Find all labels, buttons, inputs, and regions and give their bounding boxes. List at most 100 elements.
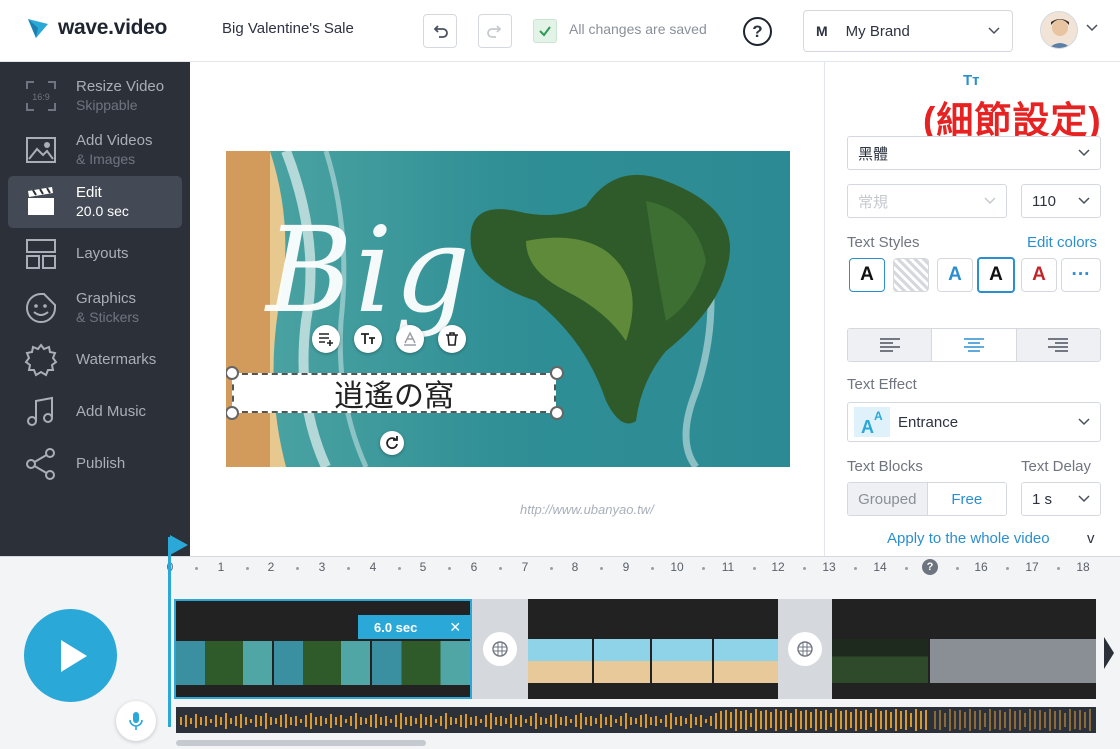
brand-selector[interactable]: M My Brand — [803, 10, 1013, 52]
text-blocks-label: Text Blocks — [847, 458, 923, 475]
tick-dot — [1057, 567, 1060, 570]
sidebar-label: Publish — [76, 455, 126, 472]
timeline-clip[interactable] — [832, 599, 1096, 699]
app-name: wave.video — [58, 16, 168, 39]
transition-slot — [472, 599, 528, 699]
add-text-icon — [319, 333, 333, 346]
brand-name: My Brand — [845, 22, 910, 40]
text-style-option[interactable]: A — [1021, 258, 1057, 292]
text-styles-label: Text Styles — [847, 234, 920, 251]
resize-icon: 16:9 — [24, 79, 58, 113]
chevron-down-icon — [1078, 197, 1090, 205]
headline-text[interactable]: Big — [266, 201, 472, 339]
align-left-button[interactable] — [848, 329, 933, 361]
timeline-marker[interactable]: ? — [922, 559, 938, 575]
layout-icon — [24, 237, 58, 271]
sidebar-item-resize-video[interactable]: 16:9 Resize Video Skippable — [8, 70, 182, 122]
timeline-clip[interactable] — [528, 599, 778, 699]
tick-label: 1 — [217, 560, 225, 574]
horizontal-scrollbar[interactable] — [176, 740, 426, 746]
account-chevron-icon[interactable] — [1086, 24, 1098, 32]
chevron-down-icon — [1078, 418, 1090, 426]
saved-check-icon — [533, 19, 557, 43]
more-styles-button[interactable]: ··· — [1061, 258, 1101, 292]
free-option[interactable]: Free — [927, 483, 1006, 515]
apply-to-whole-video-link[interactable]: Apply to the whole video — [887, 530, 1050, 547]
sidebar-label: Edit 20.0 sec — [76, 184, 129, 219]
align-right-button[interactable] — [1016, 329, 1100, 361]
time-ruler[interactable]: 0 1 2 3 4 5 6 7 8 9 10 11 12 13 14 16 17… — [167, 557, 1120, 579]
tick-label: 18 — [1076, 560, 1090, 574]
record-voice-button[interactable] — [116, 701, 156, 741]
clip-duration-tag[interactable]: 6.0 sec ✕ — [358, 615, 470, 639]
tick-dot — [448, 567, 451, 570]
sidebar-label: Layouts — [76, 245, 129, 262]
project-title[interactable]: Big Valentine's Sale — [222, 20, 354, 37]
sidebar-item-graphics[interactable]: Graphics & Stickers — [8, 282, 182, 334]
share-icon — [24, 447, 58, 481]
resize-handle[interactable] — [550, 366, 564, 380]
align-center-button[interactable] — [932, 329, 1017, 361]
tick-label: 9 — [622, 560, 630, 574]
edit-colors-link[interactable]: Edit colors — [1027, 234, 1097, 251]
font-weight-select[interactable]: 常規 — [847, 184, 1007, 218]
text-color-button[interactable] — [396, 325, 424, 353]
text-style-option[interactable]: A — [849, 258, 885, 292]
collapse-chevron-icon[interactable]: v — [1087, 530, 1095, 547]
rotate-handle[interactable] — [380, 431, 404, 455]
align-left-icon — [879, 338, 900, 352]
redo-button[interactable] — [478, 14, 512, 48]
rotate-icon — [386, 436, 398, 449]
add-text-button[interactable] — [312, 325, 340, 353]
scroll-right-arrow[interactable] — [1104, 637, 1114, 669]
sidebar-item-watermarks[interactable]: Watermarks — [8, 334, 182, 386]
font-family-select[interactable]: 黑體 — [847, 136, 1101, 170]
chevron-down-icon — [1078, 495, 1090, 503]
playhead[interactable] — [168, 537, 171, 727]
clip-thumbnail — [652, 639, 712, 683]
font-size-select[interactable]: 110 — [1021, 184, 1101, 218]
tick-dot — [854, 567, 857, 570]
text-delay-select[interactable]: 1 s — [1021, 482, 1101, 516]
play-button[interactable] — [24, 609, 117, 702]
selected-text-box[interactable]: 逍遙の窩 — [232, 373, 556, 414]
text-style-option-selected[interactable]: A — [977, 257, 1015, 293]
close-icon[interactable]: ✕ — [449, 619, 461, 636]
grouped-option[interactable]: Grouped — [848, 483, 928, 515]
canvas-area: Big 逍遙の窩 http://www.ubanyao.tw/ — [190, 62, 824, 556]
audio-waveform[interactable] — [176, 707, 1096, 733]
sidebar-item-layouts[interactable]: Layouts — [8, 228, 182, 280]
text-style-option[interactable] — [893, 258, 929, 292]
tick-label: 8 — [571, 560, 579, 574]
sidebar-item-edit[interactable]: Edit 20.0 sec — [8, 176, 182, 228]
delete-text-button[interactable] — [438, 325, 466, 353]
undo-button[interactable] — [423, 14, 457, 48]
wave-logo-icon — [28, 19, 48, 38]
tick-dot — [1006, 567, 1009, 570]
tick-label: 6 — [470, 560, 478, 574]
watermark-icon — [24, 343, 58, 377]
transition-button[interactable] — [483, 632, 517, 666]
help-button[interactable]: ? — [743, 17, 772, 46]
tick-label: 14 — [873, 560, 887, 574]
sidebar-item-publish[interactable]: Publish — [8, 438, 182, 490]
effect-icon: A A — [854, 407, 890, 437]
text-effect-label: Text Effect — [847, 376, 917, 393]
video-preview[interactable]: Big 逍遙の窩 — [226, 151, 790, 467]
sticker-icon — [24, 291, 58, 325]
playhead-handle[interactable] — [170, 535, 188, 555]
text-effect-select[interactable]: A A Entrance — [847, 402, 1101, 442]
sidebar-item-add-videos[interactable]: Add Videos & Images — [8, 124, 182, 176]
transition-button[interactable] — [788, 632, 822, 666]
svg-text:A: A — [861, 417, 874, 437]
resize-handle[interactable] — [550, 406, 564, 420]
avatar[interactable] — [1040, 11, 1078, 49]
sidebar-label: Graphics & Stickers — [76, 290, 140, 325]
font-icon — [361, 333, 375, 344]
timeline-clip[interactable] — [174, 599, 472, 699]
sidebar-item-add-music[interactable]: Add Music — [8, 386, 182, 438]
app-logo[interactable]: wave.video — [26, 16, 167, 40]
tick-label: 2 — [267, 560, 275, 574]
text-style-option[interactable]: A — [937, 258, 973, 292]
text-style-button[interactable] — [354, 325, 382, 353]
